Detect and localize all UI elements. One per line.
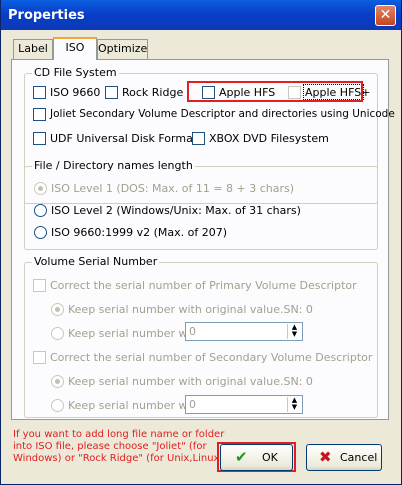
checkbox-xbox[interactable]: [192, 132, 205, 145]
radio-primary-keep-with[interactable]: [51, 327, 64, 340]
label-joliet: Joliet Secondary Volume Descriptor and d…: [50, 108, 395, 120]
checkbox-iso9660[interactable]: [33, 86, 46, 99]
radio-iso-level-1[interactable]: [34, 182, 47, 195]
cancel-label: Cancel: [340, 451, 378, 464]
checkbox-correct-secondary[interactable]: [33, 351, 46, 364]
stepper-arrows-icon[interactable]: ▲ ▼: [287, 324, 301, 339]
label-iso-9660-1999: ISO 9660:1999 v2 (Max. of 207): [51, 226, 227, 239]
label-udf: UDF Universal Disk Format: [50, 132, 198, 145]
tab-panel-iso: CD File System ISO 9660 Rock Ridge Apple…: [11, 59, 395, 420]
cancel-button[interactable]: ✖ Cancel: [306, 444, 382, 471]
radio-secondary-keep-with[interactable]: [51, 399, 64, 412]
primary-serial-value: 0: [189, 325, 196, 338]
label-correct-secondary: Correct the serial number of Secondary V…: [50, 351, 373, 364]
label-primary-keep-original: Keep serial number with original value.S…: [68, 303, 313, 316]
highlight-apple-hfs: [187, 81, 363, 102]
ok-label: OK: [262, 451, 278, 464]
label-iso9660: ISO 9660: [50, 86, 101, 99]
note-line: into ISO file, please choose "Joliet" (f…: [13, 441, 207, 452]
checkmark-icon: ✔: [235, 448, 248, 466]
group-title-cd-file-system: CD File System: [32, 66, 119, 79]
title-bar: Properties ✕: [1, 0, 401, 30]
note-line: If you want to add long file name or fol…: [13, 429, 225, 440]
label-secondary-keep-original: Keep serial number with original value.S…: [68, 375, 313, 388]
tab-label[interactable]: Label: [13, 39, 53, 59]
label-xbox: XBOX DVD Filesystem: [209, 132, 329, 145]
label-secondary-keep-with: Keep serial number with: [68, 399, 202, 412]
secondary-serial-value: 0: [189, 398, 196, 411]
ok-button[interactable]: ✔ OK: [220, 444, 293, 471]
label-rock-ridge: Rock Ridge: [122, 86, 184, 99]
long-filename-note: If you want to add long file name or fol…: [13, 429, 227, 465]
radio-iso-level-2[interactable]: [34, 204, 47, 217]
checkbox-rock-ridge[interactable]: [105, 86, 118, 99]
group-title-names-length: File / Directory names length: [32, 159, 195, 172]
checkbox-joliet[interactable]: [33, 108, 46, 121]
tab-iso[interactable]: ISO: [53, 37, 97, 60]
primary-serial-stepper[interactable]: 0 ▲ ▼: [185, 322, 303, 341]
radio-iso-9660-1999[interactable]: [34, 226, 47, 239]
checkbox-udf[interactable]: [33, 132, 46, 145]
label-primary-keep-with: Keep serial number with: [68, 327, 202, 340]
label-iso-level-1: ISO Level 1 (DOS: Max. of 11 = 8 + 3 cha…: [51, 182, 295, 195]
group-title-volume-serial: Volume Serial Number: [32, 255, 160, 268]
checkbox-correct-primary[interactable]: [33, 279, 46, 292]
properties-dialog: Properties ✕ Label ISO Optimize CD File …: [0, 0, 402, 485]
note-line: Windows) or "Rock Ridge" (for Unix,Linux…: [13, 453, 227, 464]
cancel-x-icon: ✖: [319, 448, 332, 466]
radio-primary-keep-original[interactable]: [51, 303, 64, 316]
secondary-serial-stepper[interactable]: 0 ▲ ▼: [185, 395, 303, 414]
close-icon[interactable]: ✕: [375, 5, 396, 26]
label-correct-primary: Correct the serial number of Primary Vol…: [50, 279, 357, 292]
radio-secondary-keep-original[interactable]: [51, 375, 64, 388]
label-iso-level-2: ISO Level 2 (Windows/Unix: Max. of 31 ch…: [51, 204, 301, 217]
window-title: Properties: [8, 8, 85, 23]
tab-optimize[interactable]: Optimize: [97, 39, 148, 59]
stepper-arrows-icon[interactable]: ▲ ▼: [287, 397, 301, 412]
